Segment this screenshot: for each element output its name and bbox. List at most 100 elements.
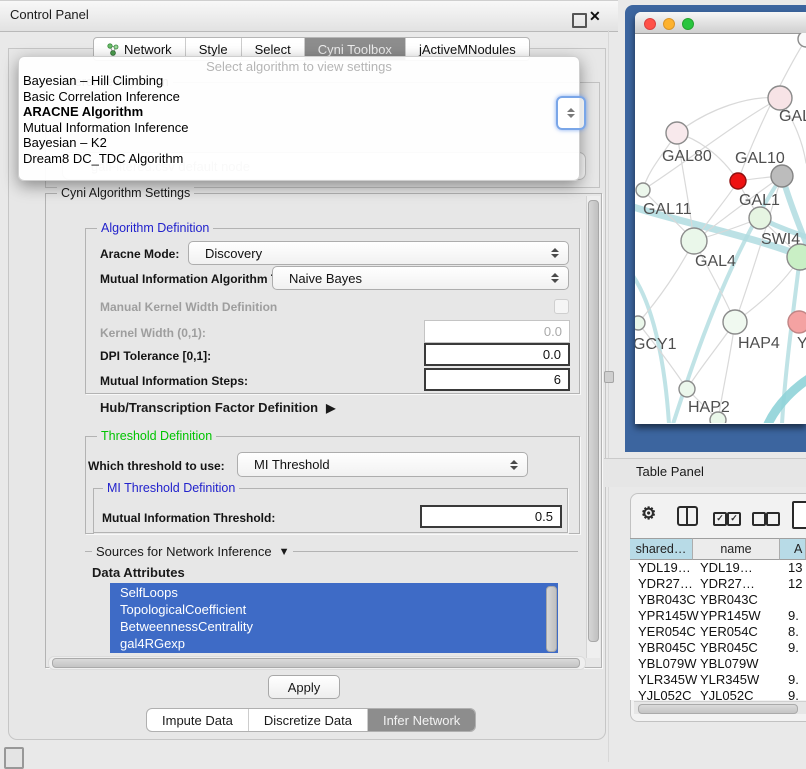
table-cell[interactable]: 13 bbox=[788, 560, 802, 575]
table-cell[interactable]: YJL052C bbox=[638, 688, 691, 700]
aracne-mode-combo[interactable]: Discovery bbox=[188, 241, 569, 265]
mi-threshold-field[interactable]: 0.5 bbox=[420, 505, 562, 528]
table-hscrollbar-thumb[interactable] bbox=[638, 704, 798, 714]
column-header-name[interactable]: name bbox=[693, 538, 780, 560]
tab-infer-network[interactable]: Infer Network bbox=[367, 709, 475, 731]
table-row[interactable]: YBL079WYBL079W bbox=[630, 656, 806, 672]
table-cell[interactable]: 8. bbox=[788, 624, 799, 639]
network-node[interactable] bbox=[771, 165, 793, 187]
network-node[interactable] bbox=[681, 228, 707, 254]
dropdown-item[interactable]: Bayesian – Hill Climbing bbox=[23, 73, 163, 88]
select-none-icon[interactable] bbox=[766, 512, 780, 526]
dropdown-item[interactable]: Mutual Information Inference bbox=[23, 120, 188, 135]
network-canvas[interactable]: GALGAL80GAL10GAL11GAL1SWI4GAL4GCY1HAP4YH… bbox=[635, 33, 806, 423]
network-node[interactable] bbox=[710, 412, 726, 423]
table-row[interactable]: YBR043C YBR043C bbox=[630, 592, 806, 608]
table-hscrollbar-track[interactable] bbox=[634, 701, 806, 714]
network-window-titlebar[interactable] bbox=[635, 12, 806, 34]
table-cell[interactable]: 9. bbox=[788, 672, 799, 687]
network-node[interactable] bbox=[788, 311, 806, 333]
select-none-icon[interactable] bbox=[752, 512, 766, 526]
table-cell[interactable]: YBL079W bbox=[700, 656, 759, 671]
table-cell[interactable]: 9. bbox=[788, 640, 799, 655]
apply-button[interactable]: Apply bbox=[268, 675, 340, 699]
mi-steps-field[interactable]: 6 bbox=[424, 368, 570, 391]
close-panel-icon[interactable]: ✕ bbox=[589, 8, 601, 25]
table-cell[interactable]: 9. bbox=[788, 608, 799, 623]
float-panel-icon[interactable] bbox=[572, 13, 587, 28]
table-cell[interactable]: YLR345W bbox=[700, 672, 759, 687]
table-cell[interactable]: YDR27… bbox=[638, 576, 693, 591]
table-cell[interactable]: YPR145W bbox=[638, 608, 699, 623]
sources-toggle[interactable]: Sources for Network Inference ▼ bbox=[92, 544, 293, 559]
table-row[interactable]: YLR345WYLR345W 9. bbox=[630, 672, 806, 688]
dropdown-item[interactable]: Dream8 DC_TDC Algorithm bbox=[23, 151, 183, 166]
zoom-window-icon[interactable] bbox=[682, 18, 694, 30]
splitter-handle[interactable] bbox=[604, 371, 614, 383]
which-threshold-combo[interactable]: MI Threshold bbox=[237, 452, 528, 477]
column-header-partial[interactable]: A bbox=[780, 538, 806, 560]
table-panel-strip bbox=[604, 458, 806, 487]
table-cell[interactable]: YLR345W bbox=[638, 672, 697, 687]
algorithm-combo-stepper[interactable] bbox=[556, 96, 586, 130]
table-cell[interactable]: YBR043C bbox=[638, 592, 696, 607]
network-node[interactable] bbox=[730, 173, 746, 189]
dpi-tolerance-field[interactable]: 0.0 bbox=[424, 343, 570, 366]
table-cell[interactable]: YDL19… bbox=[700, 560, 753, 575]
table-cell[interactable]: YJL052C bbox=[700, 688, 753, 700]
table-row[interactable]: YPR145WYPR145W 9. bbox=[630, 608, 806, 624]
network-node[interactable] bbox=[749, 207, 771, 229]
hub-section-toggle[interactable]: Hub/Transcription Factor Definition ▶ bbox=[100, 400, 335, 415]
dock-panel-icon[interactable] bbox=[4, 747, 24, 769]
manual-kernel-checkbox[interactable] bbox=[554, 299, 569, 314]
table-row[interactable]: YBR045C YBR045C 9. bbox=[630, 640, 806, 656]
table-cell[interactable]: 12 bbox=[788, 576, 802, 591]
network-node[interactable] bbox=[666, 122, 688, 144]
table-row[interactable]: YDL19… YDL19… 13 bbox=[630, 560, 806, 576]
table-row[interactable]: YJL052C YJL052C 9. bbox=[630, 688, 806, 700]
settings-hscrollbar-thumb[interactable] bbox=[52, 658, 580, 668]
dropdown-item[interactable]: Basic Correlation Inference bbox=[23, 89, 180, 104]
table-row[interactable]: YER054C YER054C 8. bbox=[630, 624, 806, 640]
table-cell[interactable]: YER054C bbox=[638, 624, 696, 639]
tab-impute-data[interactable]: Impute Data bbox=[147, 709, 248, 731]
close-window-icon[interactable] bbox=[644, 18, 656, 30]
select-all-icon[interactable]: ✓ bbox=[713, 512, 727, 526]
data-attributes-list[interactable]: SelfLoops TopologicalCoefficient Between… bbox=[110, 583, 558, 653]
attribute-item[interactable]: BetweennessCentrality bbox=[120, 619, 253, 634]
settings-scrollbar-thumb[interactable] bbox=[588, 200, 599, 642]
kernel-width-field[interactable]: 0.0 bbox=[424, 320, 570, 343]
table-cell[interactable]: YER054C bbox=[700, 624, 758, 639]
mi-type-combo[interactable]: Naive Bayes bbox=[272, 266, 569, 290]
attribute-item[interactable]: gal4RGexp bbox=[120, 636, 185, 651]
table-cell[interactable]: YDR27… bbox=[700, 576, 755, 591]
panel-splitter[interactable] bbox=[608, 30, 609, 762]
dropdown-item[interactable]: Bayesian – K2 bbox=[23, 135, 107, 150]
network-node[interactable] bbox=[636, 183, 650, 197]
attribute-item[interactable]: TopologicalCoefficient bbox=[120, 602, 246, 617]
network-node[interactable] bbox=[635, 316, 645, 330]
table-cell[interactable]: YBR045C bbox=[638, 640, 696, 655]
new-table-icon[interactable] bbox=[792, 501, 806, 529]
attribute-item[interactable]: SelfLoops bbox=[120, 585, 178, 600]
settings-hscrollbar-track[interactable] bbox=[48, 656, 586, 670]
table-row[interactable]: YDR27… YDR27… 12 bbox=[630, 576, 806, 592]
table-cell[interactable]: 9. bbox=[788, 688, 799, 700]
attributes-scrollbar-thumb[interactable] bbox=[546, 586, 557, 652]
network-node[interactable] bbox=[768, 86, 792, 110]
tab-discretize-data[interactable]: Discretize Data bbox=[248, 709, 367, 731]
minimize-window-icon[interactable] bbox=[663, 18, 675, 30]
gear-icon[interactable]: ⚙ bbox=[641, 504, 656, 524]
table-cell[interactable]: YBR045C bbox=[700, 640, 758, 655]
split-columns-icon[interactable] bbox=[677, 506, 698, 526]
network-node[interactable] bbox=[679, 381, 695, 397]
table-cell[interactable]: YBL079W bbox=[638, 656, 697, 671]
network-node[interactable] bbox=[723, 310, 747, 334]
column-header-shared[interactable]: shared… bbox=[630, 538, 693, 560]
select-all-icon[interactable]: ✓ bbox=[727, 512, 741, 526]
table-cell[interactable]: YBR043C bbox=[700, 592, 758, 607]
table-cell[interactable]: YPR145W bbox=[700, 608, 761, 623]
network-node[interactable] bbox=[798, 33, 806, 47]
dropdown-item-selected[interactable]: ARACNE Algorithm bbox=[23, 104, 143, 119]
table-cell[interactable]: YDL19… bbox=[638, 560, 691, 575]
